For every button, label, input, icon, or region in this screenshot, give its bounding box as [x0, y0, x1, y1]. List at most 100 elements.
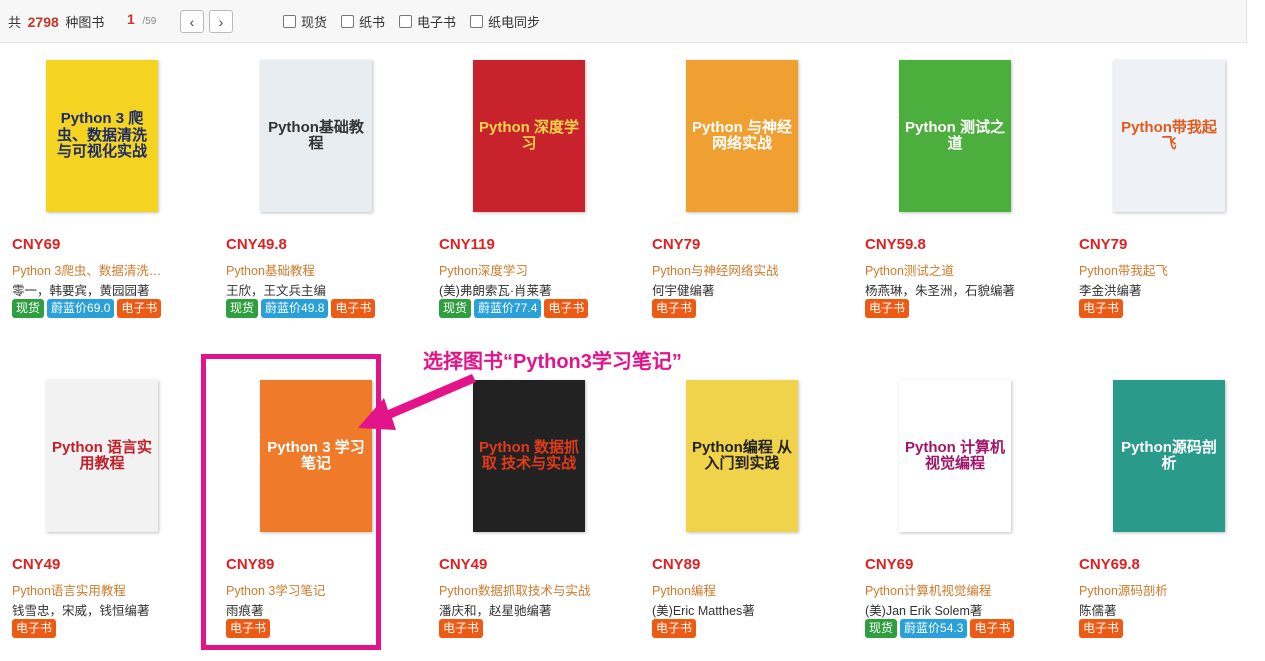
- ebook-badge[interactable]: 电子书: [117, 299, 162, 318]
- book-cover-image[interactable]: Python带我起飞: [1113, 60, 1225, 212]
- book-price: CNY49: [12, 556, 61, 573]
- book-author: (美)弗朗索瓦·肖莱著: [439, 284, 552, 298]
- in-stock-badge: 现货: [865, 619, 898, 638]
- book-price: CNY69: [865, 556, 914, 573]
- cover-title-text: Python带我起飞: [1121, 118, 1217, 152]
- badge-row: 电子书: [652, 619, 697, 638]
- book-card[interactable]: Python编程 从入门到实践 CNY89 Python编程 (美)Eric Matt…: [652, 380, 852, 640]
- book-card[interactable]: Python带我起飞 CNY79 Python带我起飞 李金洪编著 电子书: [1079, 60, 1265, 320]
- book-cover[interactable]: Python 3 爬虫、数据清洗与可视化实战: [12, 60, 192, 220]
- discount-price-badge: 蔚蓝价77.4: [474, 299, 542, 318]
- checkbox[interactable]: [399, 15, 413, 28]
- badge-row: 现货 蔚蓝价49.8 电子书: [226, 299, 376, 318]
- filter-in-stock[interactable]: 现货: [283, 12, 327, 31]
- book-title-link[interactable]: Python数据抓取技术与实战: [439, 580, 599, 599]
- ebook-badge[interactable]: 电子书: [331, 299, 376, 318]
- badge-row: 电子书: [1079, 299, 1124, 318]
- book-price: CNY49: [439, 556, 488, 573]
- book-author: 陈儒著: [1079, 604, 1117, 618]
- book-price: CNY119: [439, 236, 495, 253]
- book-cover[interactable]: Python基础教程: [226, 60, 406, 220]
- cover-title-text: Python 计算机视觉编程: [905, 438, 1005, 472]
- next-page-button[interactable]: ›: [209, 10, 233, 33]
- book-title-link[interactable]: Python源码剖析: [1079, 580, 1239, 599]
- book-cover[interactable]: Python源码剖析: [1079, 380, 1259, 540]
- book-card[interactable]: Python基础教程 CNY49.8 Python基础教程 王欣，王文兵主编 现货 蔚蓝价…: [226, 60, 426, 320]
- total-count: 2798: [27, 14, 59, 30]
- book-title-link[interactable]: Python语言实用教程: [12, 580, 172, 599]
- filter-label: 电子书: [417, 15, 457, 30]
- checkbox[interactable]: [341, 15, 355, 28]
- book-cover-image[interactable]: Python编程 从入门到实践: [686, 380, 798, 532]
- book-title-link[interactable]: Python测试之道: [865, 260, 1025, 279]
- book-author: 王欣，王文兵主编: [226, 284, 327, 298]
- book-cover[interactable]: Python 测试之道: [865, 60, 1045, 220]
- ebook-badge[interactable]: 电子书: [652, 299, 697, 318]
- book-cover-image[interactable]: Python 与神经网络实战: [686, 60, 798, 212]
- book-cover-image[interactable]: Python 计算机视觉编程: [899, 380, 1011, 532]
- book-title-link[interactable]: Python与神经网络实战: [652, 260, 812, 279]
- total-suffix: 种图书: [65, 15, 105, 30]
- total-count-label: 共 2798 种图书: [8, 12, 104, 31]
- book-cover-image[interactable]: Python 3 爬虫、数据清洗与可视化实战: [46, 60, 158, 212]
- prev-page-button[interactable]: ‹: [180, 10, 204, 33]
- ebook-badge[interactable]: 电子书: [865, 299, 910, 318]
- badge-row: 电子书: [12, 619, 57, 638]
- ebook-badge[interactable]: 电子书: [652, 619, 697, 638]
- cover-title-text: Python编程 从入门到实践: [692, 438, 792, 472]
- ebook-badge[interactable]: 电子书: [1079, 619, 1124, 638]
- book-card[interactable]: Python 测试之道 CNY59.8 Python测试之道 杨燕琳，朱圣洲，石貌编著…: [865, 60, 1065, 320]
- page-indicator: 1 /59: [127, 11, 156, 27]
- filter-group: 现货 纸书 电子书 纸电同步: [283, 12, 540, 31]
- cover-title-text: Python源码剖析: [1121, 438, 1217, 472]
- book-card[interactable]: Python 语言实用教程 CNY49 Python语言实用教程钱雪忠，宋威，钱恒编…: [12, 380, 212, 640]
- book-cover[interactable]: Python编程 从入门到实践: [652, 380, 832, 540]
- book-cover[interactable]: Python 语言实用教程: [12, 380, 192, 540]
- filter-label: 纸电同步: [488, 15, 541, 30]
- ebook-badge[interactable]: 电子书: [439, 619, 484, 638]
- filter-paper-ebook-sync[interactable]: 纸电同步: [470, 12, 540, 31]
- current-page: 1: [127, 11, 135, 27]
- filter-paper-book[interactable]: 纸书: [341, 12, 385, 31]
- book-card[interactable]: Python 计算机视觉编程 CNY69 Python计算机视觉编程 (美)Jan E…: [865, 380, 1065, 640]
- book-title-link[interactable]: Python带我起飞: [1079, 260, 1239, 279]
- ebook-badge[interactable]: 电子书: [544, 299, 589, 318]
- book-cover[interactable]: Python 深度学习: [439, 60, 619, 220]
- book-card[interactable]: Python 3 爬虫、数据清洗与可视化实战 CNY69 Python 3爬虫、数据…: [12, 60, 212, 320]
- book-card[interactable]: Python 深度学习 CNY119 Python深度学习 (美)弗朗索瓦·肖莱著 现货…: [439, 60, 639, 320]
- book-card[interactable]: Python源码剖析 CNY69.8 Python源码剖析陈儒著 电子书: [1079, 380, 1265, 640]
- filter-ebook[interactable]: 电子书: [399, 12, 456, 31]
- checkbox[interactable]: [470, 15, 484, 28]
- book-cover[interactable]: Python 与神经网络实战: [652, 60, 832, 220]
- badge-row: 电子书: [652, 299, 697, 318]
- book-author: (美)Jan Erik Solem著: [865, 604, 983, 618]
- book-title-link[interactable]: Python深度学习: [439, 260, 599, 279]
- book-title-link[interactable]: Python 3爬虫、数据清洗与可视化实战: [12, 260, 172, 279]
- cover-title-text: Python 与神经网络实战: [692, 118, 792, 152]
- ebook-badge[interactable]: 电子书: [12, 619, 57, 638]
- book-cover-image[interactable]: Python 深度学习: [473, 60, 585, 212]
- book-cover-image[interactable]: Python基础教程: [260, 60, 372, 212]
- book-card[interactable]: Python 与神经网络实战 CNY79 Python与神经网络实战 何宇健编著 电子书: [652, 60, 852, 320]
- checkbox[interactable]: [283, 15, 296, 28]
- book-author: 李金洪编著: [1079, 284, 1142, 298]
- discount-price-badge: 蔚蓝价49.8: [261, 299, 329, 318]
- cover-title-text: Python 深度学习: [479, 118, 579, 152]
- book-cover[interactable]: Python 计算机视觉编程: [865, 380, 1045, 540]
- book-author: 钱雪忠，宋威，钱恒编著: [12, 604, 150, 618]
- book-cover-image[interactable]: Python 数据抓取 技术与实战: [473, 380, 585, 532]
- book-title-link[interactable]: Python基础教程: [226, 260, 386, 279]
- ebook-badge[interactable]: 电子书: [1079, 299, 1124, 318]
- book-price: CNY69.8: [1079, 556, 1140, 573]
- cover-title-text: Python基础教程: [268, 118, 364, 152]
- book-cover-image[interactable]: Python 语言实用教程: [46, 380, 158, 532]
- book-price: CNY89: [652, 556, 701, 573]
- book-cover-image[interactable]: Python源码剖析: [1113, 380, 1225, 532]
- book-cover-image[interactable]: Python 测试之道: [899, 60, 1011, 212]
- book-title-link[interactable]: Python编程: [652, 580, 812, 599]
- book-cover[interactable]: Python带我起飞: [1079, 60, 1259, 220]
- book-title-link[interactable]: Python计算机视觉编程: [865, 580, 1025, 599]
- total-prefix: 共: [8, 15, 22, 30]
- ebook-badge[interactable]: 电子书: [970, 619, 1015, 638]
- discount-price-badge: 蔚蓝价54.3: [900, 619, 968, 638]
